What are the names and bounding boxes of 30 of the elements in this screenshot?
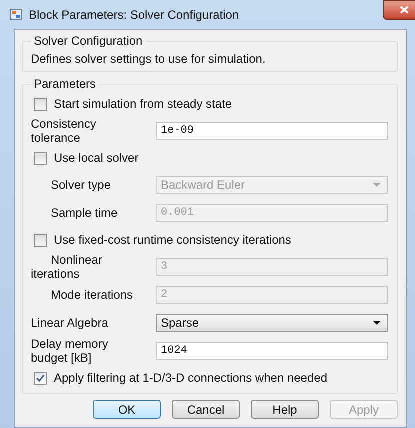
checkbox-label: Use local solver	[54, 151, 139, 165]
checkbox[interactable]	[34, 98, 47, 110]
checkbox[interactable]	[34, 152, 47, 164]
checkbox-label: Start simulation from steady state	[54, 97, 232, 111]
checkbox[interactable]	[34, 234, 47, 246]
field-label: Consistency tolerance	[31, 117, 98, 145]
dialog-button[interactable]: Help	[251, 400, 319, 419]
close-button[interactable]	[383, 0, 415, 20]
group-title: Solver Configuration	[33, 34, 144, 48]
field-label: Nonlinear iterations	[31, 253, 104, 281]
dropdown[interactable]: Sparse	[156, 314, 388, 332]
close-icon	[400, 6, 408, 14]
dialog-button[interactable]: OK	[93, 400, 161, 419]
input-field[interactable]: 1e-09	[156, 122, 388, 140]
checkbox[interactable]	[34, 372, 47, 384]
block-diagram-icon	[10, 9, 22, 20]
field-label: Sample time	[50, 206, 119, 220]
description-text: Defines solver settings to use for simulation.	[31, 51, 267, 66]
field-label: Solver type	[50, 178, 112, 192]
caret-icon	[373, 183, 381, 187]
checkbox-label: Apply filtering at 1-D/3-D connections when needed	[54, 371, 328, 385]
field-label: Mode iterations	[50, 288, 134, 302]
field-label: Linear Algebra	[31, 316, 110, 330]
window-title: Block Parameters: Solver Configuration	[29, 8, 240, 22]
dialog-button[interactable]: Cancel	[172, 400, 240, 419]
input-field[interactable]: 1024	[156, 342, 388, 360]
group-title: Parameters	[33, 77, 98, 91]
checkbox-label: Use fixed-cost runtime consistency iterations	[54, 233, 292, 247]
caret-icon	[373, 321, 381, 325]
field-label: Delay memory budget [kB]	[31, 337, 110, 365]
